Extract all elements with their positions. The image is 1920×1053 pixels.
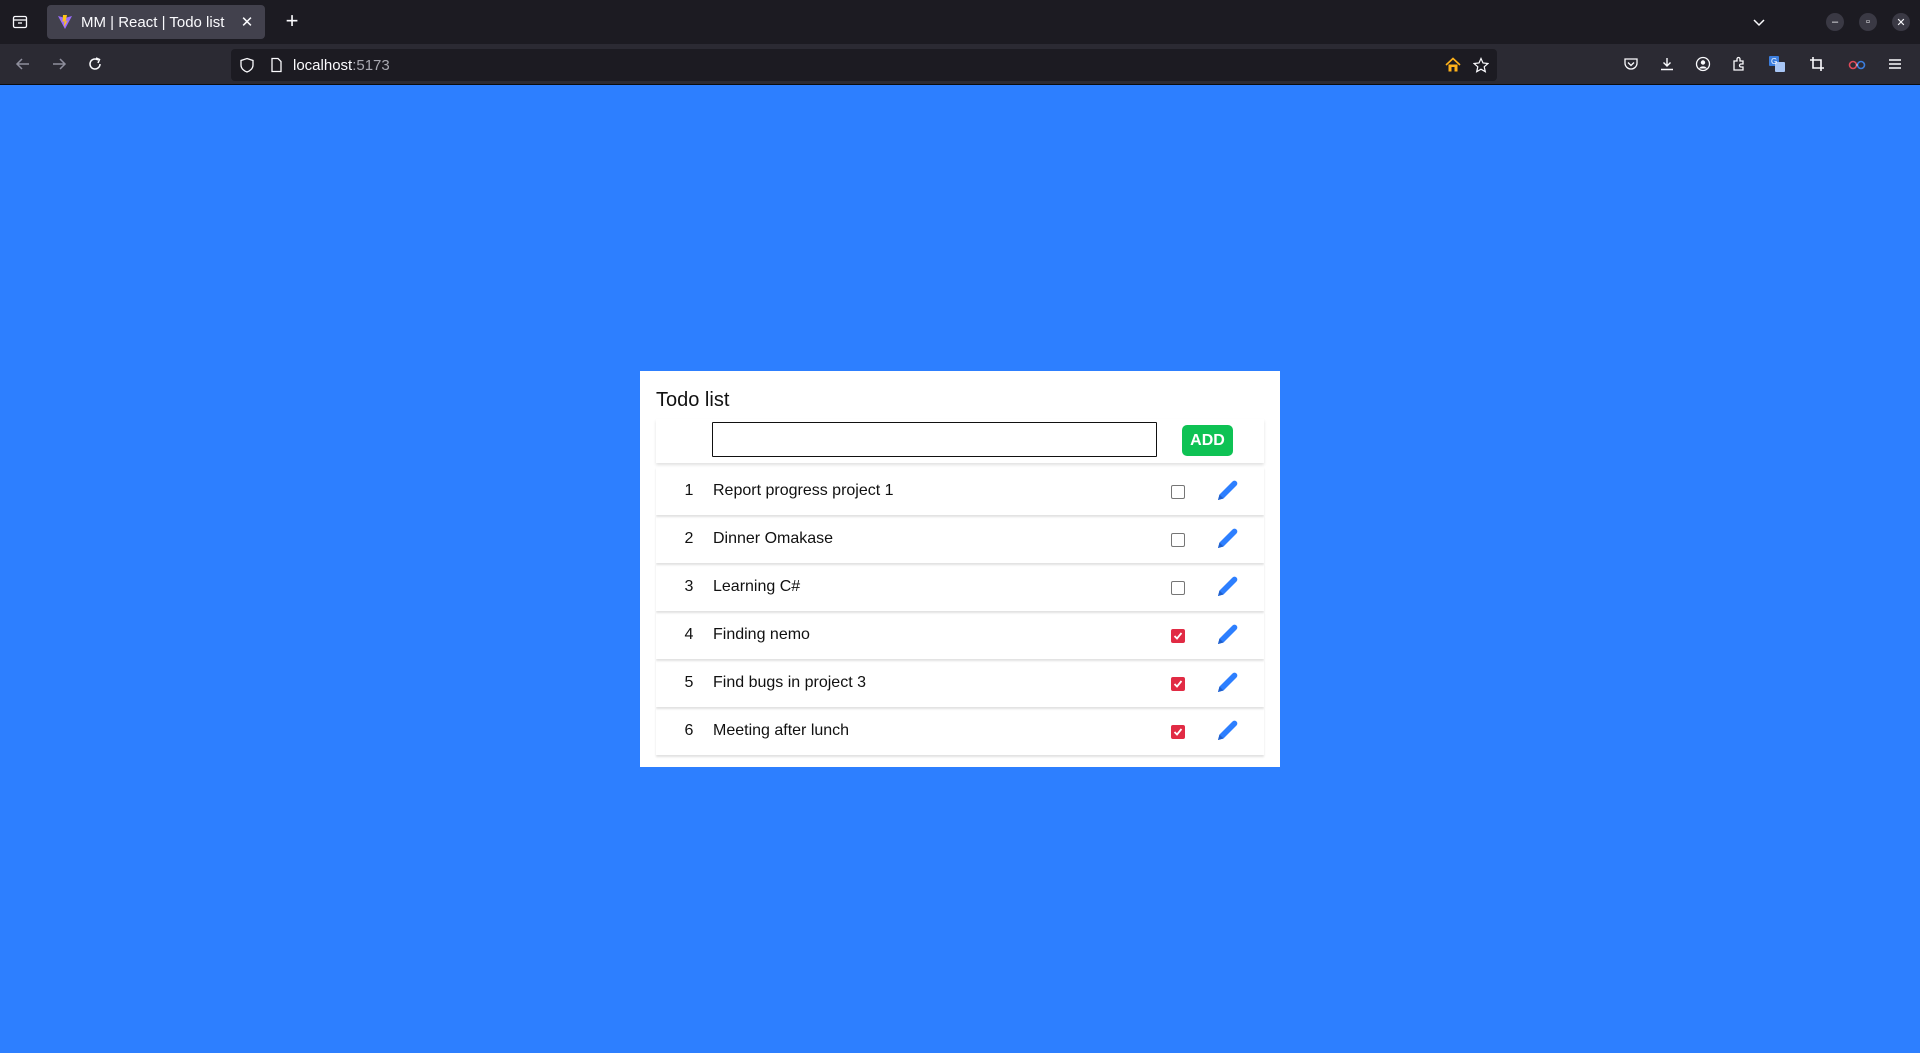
pencil-icon[interactable] (1214, 574, 1240, 600)
pencil-icon[interactable] (1214, 718, 1240, 744)
todo-list: 1 Report progress project 1 2 Dinner Omakas… (656, 467, 1264, 755)
tab-list-button[interactable] (0, 0, 40, 44)
pencil-icon[interactable] (1214, 526, 1240, 552)
todo-item: 5 Find bugs in project 3 (656, 659, 1264, 707)
add-todo-row: ADD (656, 419, 1264, 463)
todo-item: 3 Learning C# (656, 563, 1264, 611)
add-button[interactable]: ADD (1182, 425, 1233, 456)
todo-number: 3 (684, 578, 694, 595)
tab-close-icon[interactable]: ✕ (239, 14, 255, 31)
todo-done-checkbox[interactable] (1171, 725, 1185, 739)
bookmark-star-icon[interactable] (1473, 57, 1489, 73)
close-window-button[interactable]: ✕ (1892, 13, 1910, 31)
tab-list-icon (12, 15, 28, 29)
todo-item: 6 Meeting after lunch (656, 707, 1264, 755)
url-port: :5173 (352, 57, 390, 74)
todo-number: 6 (684, 722, 694, 739)
todo-number: 2 (684, 530, 694, 547)
shield-icon[interactable] (239, 57, 255, 73)
vite-favicon-icon (58, 15, 72, 29)
checkmark-icon (1173, 728, 1183, 736)
url-host: localhost (293, 57, 353, 74)
checkmark-icon (1173, 680, 1183, 688)
todo-number: 4 (684, 626, 694, 643)
back-button[interactable] (11, 52, 35, 76)
todo-text: Dinner Omakase (713, 530, 834, 547)
account-icon[interactable] (1691, 52, 1715, 76)
todo-done-checkbox[interactable] (1171, 581, 1185, 595)
glasses-extension-icon[interactable] (1845, 52, 1869, 76)
todo-number: 1 (684, 482, 694, 499)
downloads-icon[interactable] (1655, 52, 1679, 76)
todo-text: Learning C# (713, 578, 801, 595)
reload-icon (89, 57, 101, 70)
todo-text: Report progress project 1 (713, 482, 894, 499)
forward-button[interactable] (47, 52, 71, 76)
todo-text: Finding nemo (713, 626, 810, 643)
new-tab-button[interactable]: + (280, 10, 304, 34)
todo-text: Meeting after lunch (713, 722, 850, 739)
reload-button[interactable] (83, 52, 107, 76)
crop-icon[interactable] (1805, 52, 1829, 76)
list-all-tabs-icon[interactable] (1747, 10, 1771, 34)
todo-item: 1 Report progress project 1 (656, 467, 1264, 515)
restore-button[interactable]: ▫ (1859, 13, 1877, 31)
extensions-icon[interactable] (1727, 52, 1751, 76)
todo-card: Todo list ADD 1 Report progress project 1… (640, 371, 1280, 767)
browser-nav-bar: localhost:5173 G (0, 44, 1920, 85)
todo-item: 2 Dinner Omakase (656, 515, 1264, 563)
browser-tab[interactable]: MM | React | Todo list ✕ (47, 5, 265, 39)
todo-done-checkbox[interactable] (1171, 485, 1185, 499)
pencil-icon[interactable] (1214, 670, 1240, 696)
url-text: localhost:5173 (293, 57, 390, 74)
home-icon[interactable] (1444, 56, 1462, 74)
browser-tab-bar: MM | React | Todo list ✕ + – ▫ ✕ (0, 0, 1920, 44)
translate-icon[interactable]: G (1765, 52, 1789, 76)
pencil-icon[interactable] (1214, 478, 1240, 504)
todo-input[interactable] (712, 422, 1157, 457)
todo-done-checkbox[interactable] (1171, 533, 1185, 547)
todo-item: 4 Finding nemo (656, 611, 1264, 659)
pocket-icon[interactable] (1619, 52, 1643, 76)
todo-number: 5 (684, 674, 694, 691)
forward-arrow-icon (53, 58, 67, 70)
minimize-button[interactable]: – (1826, 13, 1844, 31)
svg-text:G: G (1771, 57, 1777, 66)
page-title: Todo list (656, 389, 730, 411)
todo-done-checkbox[interactable] (1171, 677, 1185, 691)
back-arrow-icon (15, 58, 29, 70)
page-icon[interactable] (268, 57, 284, 73)
pencil-icon[interactable] (1214, 622, 1240, 648)
todo-text: Find bugs in project 3 (713, 674, 866, 691)
checkmark-icon (1173, 632, 1183, 640)
tab-title: MM | React | Todo list (81, 13, 225, 31)
menu-icon[interactable] (1883, 52, 1907, 76)
todo-done-checkbox[interactable] (1171, 629, 1185, 643)
url-bar[interactable]: localhost:5173 (231, 49, 1497, 81)
